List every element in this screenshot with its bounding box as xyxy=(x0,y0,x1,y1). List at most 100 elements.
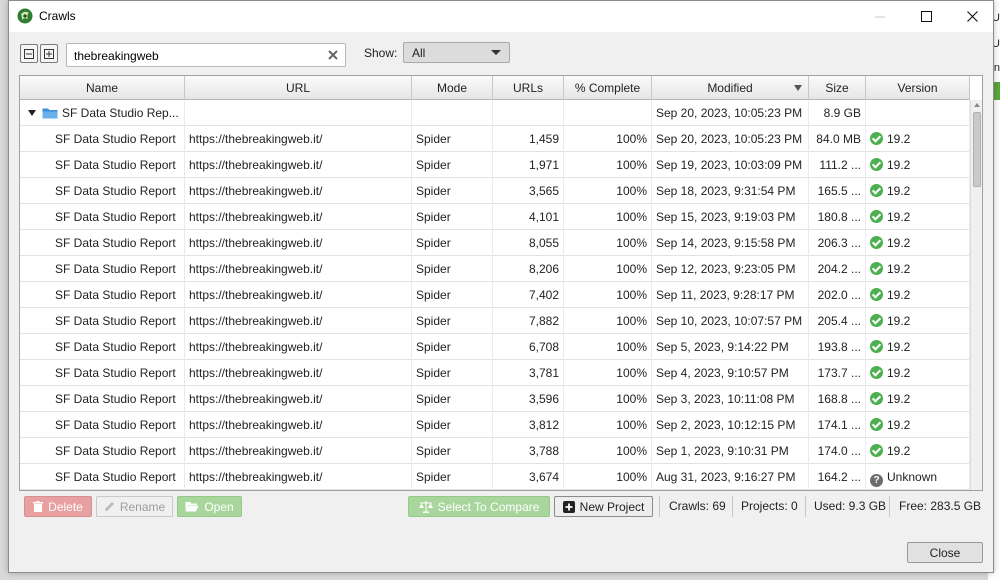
urls-cell: 8,206 xyxy=(493,256,564,282)
urls-cell: 3,565 xyxy=(493,178,564,204)
url-cell: https://thebreakingweb.it/ xyxy=(185,412,412,438)
open-button[interactable]: Open xyxy=(177,496,242,517)
mode-cell: Spider xyxy=(412,386,493,412)
url-cell: https://thebreakingweb.it/ xyxy=(185,360,412,386)
name-cell: SF Data Studio Report xyxy=(20,256,185,282)
table-row[interactable]: SF Data Studio Report https://thebreaking… xyxy=(20,126,970,152)
close-button[interactable]: Close xyxy=(907,542,983,563)
column-header-mode[interactable]: Mode xyxy=(412,76,493,100)
mode-cell: Spider xyxy=(412,438,493,464)
scales-icon xyxy=(418,500,433,513)
version-label: 19.2 xyxy=(887,418,911,432)
size-cell: 84.0 MB xyxy=(809,126,866,152)
size-cell: 202.0 ... xyxy=(809,282,866,308)
check-circle-icon xyxy=(870,340,883,353)
check-circle-icon xyxy=(870,392,883,405)
column-header-name[interactable]: Name xyxy=(20,76,185,100)
check-circle-icon xyxy=(870,314,883,327)
minimize-button[interactable] xyxy=(857,1,903,32)
status-divider xyxy=(805,496,806,517)
scroll-up-arrow-icon[interactable] xyxy=(974,103,980,107)
url-cell: https://thebreakingweb.it/ xyxy=(185,204,412,230)
table-row[interactable]: SF Data Studio Report https://thebreaking… xyxy=(20,282,970,308)
delete-button[interactable]: Delete xyxy=(24,496,92,517)
plus-icon xyxy=(562,500,575,513)
modified-cell: Sep 4, 2023, 9:10:57 PM xyxy=(652,360,809,386)
complete-cell: 100% xyxy=(564,230,652,256)
new-project-button[interactable]: New Project xyxy=(554,496,653,517)
check-circle-icon xyxy=(870,236,883,249)
table-row[interactable]: SF Data Studio Report https://thebreaking… xyxy=(20,308,970,334)
mode-cell: Spider xyxy=(412,256,493,282)
table-row[interactable]: SF Data Studio Report https://thebreaking… xyxy=(20,204,970,230)
modified-cell: Sep 2, 2023, 10:12:15 PM xyxy=(652,412,809,438)
modified-cell: Sep 20, 2023, 10:05:23 PM xyxy=(652,126,809,152)
close-window-button[interactable] xyxy=(949,1,995,32)
search-value: thebreakingweb xyxy=(74,49,159,63)
url-cell: https://thebreakingweb.it/ xyxy=(185,126,412,152)
status-divider xyxy=(732,496,733,517)
table-row[interactable]: SF Data Studio Report https://thebreaking… xyxy=(20,230,970,256)
column-header-modified-label: Modified xyxy=(707,81,753,95)
column-header-size[interactable]: Size xyxy=(809,76,866,100)
rename-button[interactable]: Rename xyxy=(96,496,173,517)
table-row[interactable]: SF Data Studio Report https://thebreaking… xyxy=(20,152,970,178)
check-circle-icon xyxy=(870,158,883,171)
urls-cell: 3,674 xyxy=(493,464,564,490)
mode-cell: Spider xyxy=(412,412,493,438)
size-cell: 174.1 ... xyxy=(809,412,866,438)
show-filter-value: All xyxy=(412,46,426,60)
group-size-cell: 8.9 GB xyxy=(809,100,866,126)
group-url-cell xyxy=(185,100,412,126)
scrollbar-thumb[interactable] xyxy=(973,112,981,187)
table-row[interactable]: SF Data Studio Report https://thebreaking… xyxy=(20,386,970,412)
table-row[interactable]: SF Data Studio Report https://thebreaking… xyxy=(20,412,970,438)
column-header-version[interactable]: Version xyxy=(866,76,970,100)
url-cell: https://thebreakingweb.it/ xyxy=(185,152,412,178)
group-modified-cell: Sep 20, 2023, 10:05:23 PM xyxy=(652,100,809,126)
table-row[interactable]: SF Data Studio Report https://thebreaking… xyxy=(20,256,970,282)
table-row[interactable]: SF Data Studio Report https://thebreaking… xyxy=(20,178,970,204)
project-group-row[interactable]: SF Data Studio Rep... Sep 20, 2023, 10:0… xyxy=(20,100,970,126)
search-input[interactable]: thebreakingweb xyxy=(66,43,346,67)
size-cell: 204.2 ... xyxy=(809,256,866,282)
complete-cell: 100% xyxy=(564,282,652,308)
show-filter-select[interactable]: All xyxy=(403,42,510,63)
version-cell: 19.2 xyxy=(866,308,970,334)
column-header-urls[interactable]: URLs xyxy=(493,76,564,100)
column-header-modified[interactable]: Modified xyxy=(652,76,809,100)
table-row[interactable]: SF Data Studio Report https://thebreaking… xyxy=(20,438,970,464)
group-name: SF Data Studio Rep... xyxy=(62,106,179,120)
check-circle-icon xyxy=(870,366,883,379)
expand-triangle-icon[interactable] xyxy=(28,110,36,116)
column-header-complete[interactable]: % Complete xyxy=(564,76,652,100)
table-row[interactable]: SF Data Studio Report https://thebreaking… xyxy=(20,360,970,386)
check-circle-icon xyxy=(870,444,883,457)
urls-cell: 7,882 xyxy=(493,308,564,334)
name-cell: SF Data Studio Report xyxy=(20,178,185,204)
version-label: 19.2 xyxy=(887,262,911,276)
complete-cell: 100% xyxy=(564,412,652,438)
mode-cell: Spider xyxy=(412,230,493,256)
table-row[interactable]: SF Data Studio Report https://thebreaking… xyxy=(20,334,970,360)
check-circle-icon xyxy=(870,418,883,431)
version-cell: 19.2 xyxy=(866,126,970,152)
complete-cell: 100% xyxy=(564,204,652,230)
urls-cell: 1,459 xyxy=(493,126,564,152)
collapse-all-button[interactable] xyxy=(20,44,38,63)
vertical-scrollbar[interactable] xyxy=(970,100,982,490)
urls-cell: 6,708 xyxy=(493,334,564,360)
question-circle-icon: ? xyxy=(870,474,883,487)
complete-cell: 100% xyxy=(564,126,652,152)
column-header-url[interactable]: URL xyxy=(185,76,412,100)
mode-cell: Spider xyxy=(412,204,493,230)
expand-all-button[interactable] xyxy=(40,44,58,63)
check-circle-icon xyxy=(870,210,883,223)
urls-cell: 3,788 xyxy=(493,438,564,464)
group-version-cell xyxy=(866,100,970,126)
select-to-compare-button[interactable]: Select To Compare xyxy=(408,496,550,517)
maximize-button[interactable] xyxy=(903,1,949,32)
table-row[interactable]: SF Data Studio Report https://thebreaking… xyxy=(20,464,970,490)
complete-cell: 100% xyxy=(564,152,652,178)
clear-search-icon[interactable] xyxy=(326,48,340,62)
